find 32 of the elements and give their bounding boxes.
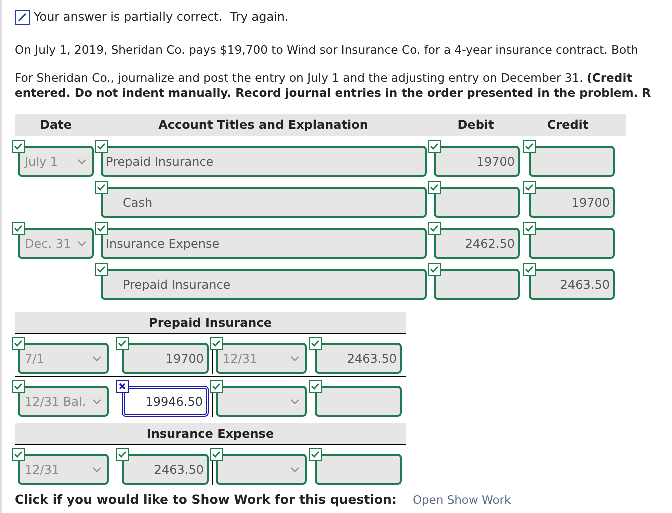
debit-field[interactable]: 19700	[434, 146, 520, 178]
account-field[interactable]: Prepaid Insurance	[101, 269, 427, 300]
column-header: Credit	[546, 117, 590, 134]
debit-field[interactable]: 2462.50	[434, 228, 520, 260]
date-select[interactable]	[216, 386, 307, 418]
column-header: Date	[39, 117, 73, 134]
credit-field[interactable]: 2463.50	[315, 343, 402, 374]
debit-field[interactable]: 2463.50	[122, 454, 209, 486]
feedback-message: Your answer is partially correct. Try again.	[34, 9, 289, 26]
t-account-title: Insurance Expense	[15, 423, 406, 446]
column-header: Debit	[456, 117, 496, 134]
instructions-text: For Sheridan Co., journalize and post the entry on July 1 and the adjusting entry on December 31. (Credit entered. Do not indent manually. Record journal entries in the order presented in the problem. R	[15, 71, 652, 102]
credit-field[interactable]: 19700	[529, 187, 615, 218]
date-select[interactable]	[216, 454, 307, 486]
column-header: Account Titles and Explanation	[158, 117, 370, 134]
account-field[interactable]: Cash	[101, 187, 427, 218]
credit-field[interactable]	[315, 454, 402, 486]
credit-field[interactable]	[529, 228, 615, 260]
pencil-icon	[15, 10, 30, 24]
debit-field[interactable]	[434, 187, 520, 218]
credit-field[interactable]	[315, 386, 402, 418]
debit-field[interactable]: 19700	[122, 343, 209, 374]
debit-field[interactable]	[434, 269, 520, 300]
account-field[interactable]: Insurance Expense	[101, 228, 427, 260]
credit-field[interactable]	[529, 146, 615, 178]
problem-text: On July 1, 2019, Sheridan Co. pays $19,700 to Wind sor Insurance Co. for a 4-year insurance contract. Both	[15, 42, 640, 59]
credit-field[interactable]: 2463.50	[529, 269, 615, 300]
debit-field[interactable]: 19946.50	[122, 386, 209, 418]
open-show-work-link[interactable]: Open Show Work	[412, 492, 512, 510]
show-work-prompt: Click if you would like to Show Work for this question:	[15, 491, 397, 510]
account-field[interactable]: Prepaid Insurance	[101, 146, 427, 178]
t-account-title: Prepaid Insurance	[15, 312, 406, 334]
